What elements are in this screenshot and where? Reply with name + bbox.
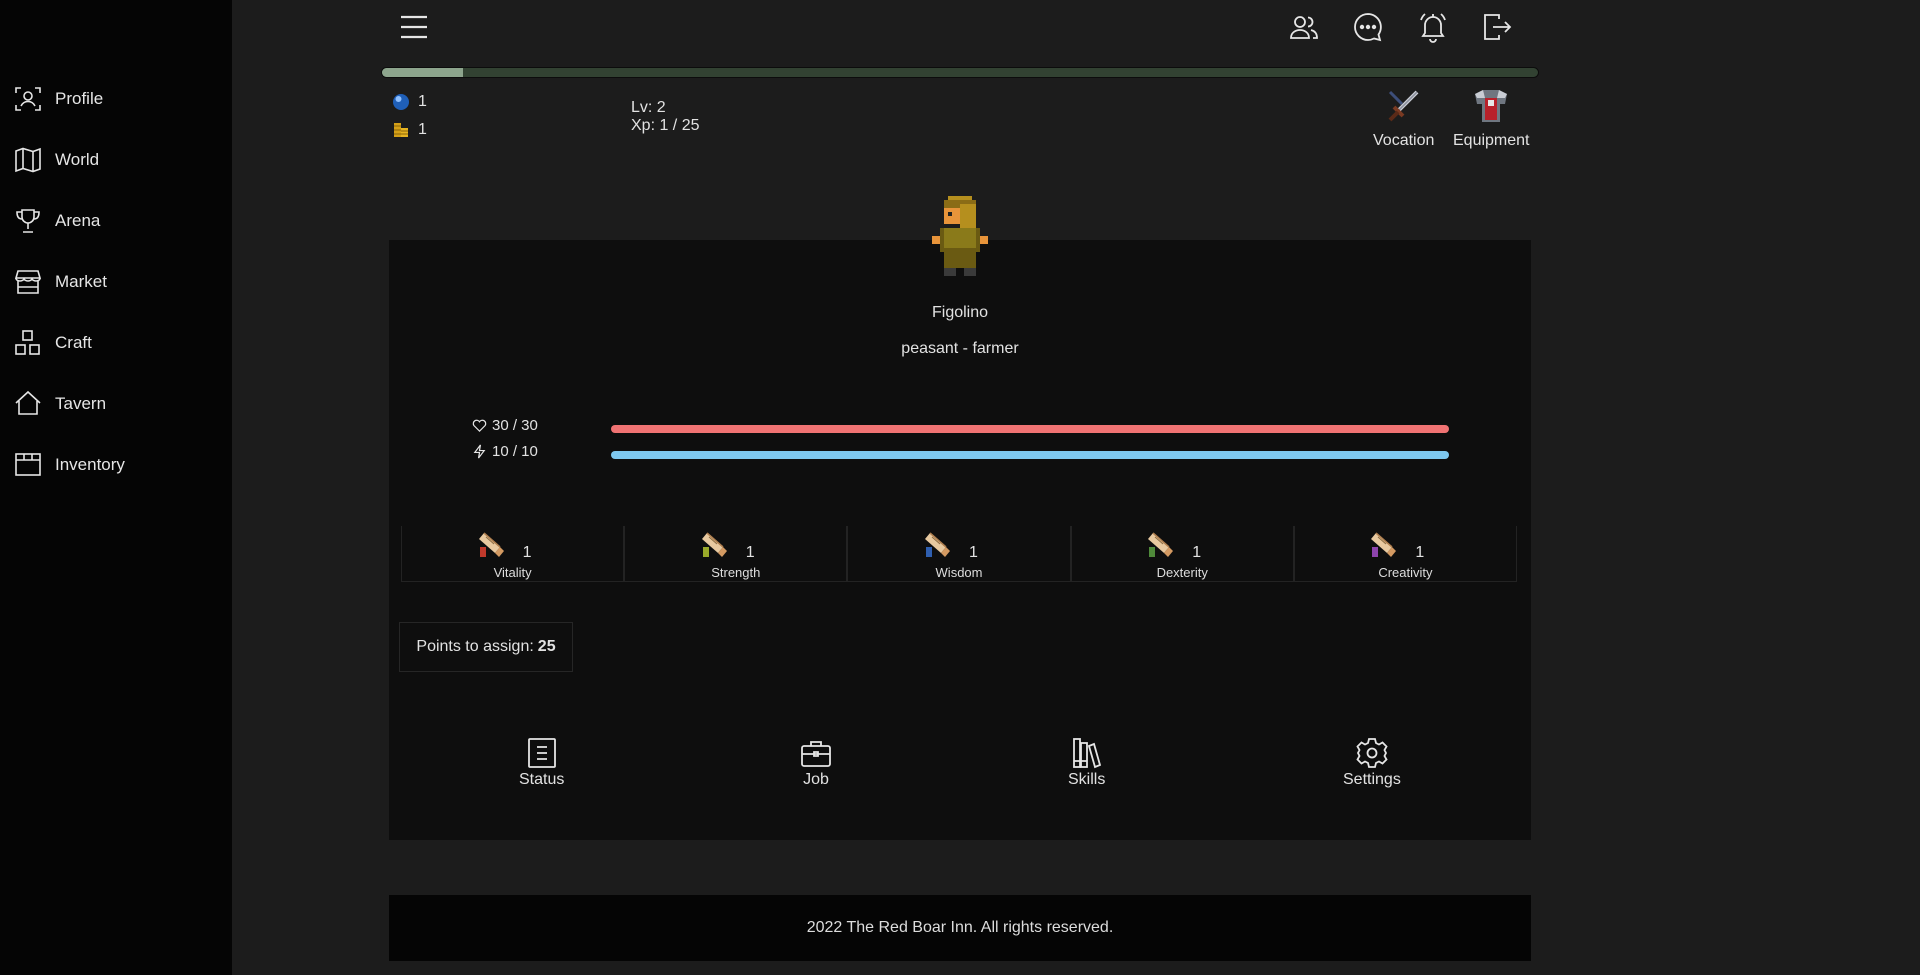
map-icon [15,147,41,173]
logout-icon[interactable] [1481,11,1513,43]
status-button[interactable]: Status [519,737,564,789]
wisdom-scroll-icon [924,532,951,558]
orb-count: 1 [418,93,427,110]
house-icon [15,390,41,415]
equipment-button[interactable]: Equipment [1453,86,1530,150]
vitality-scroll-icon [477,532,505,558]
sword-icon [1388,90,1419,122]
job-label: Job [803,771,829,788]
attribute-value: 1 [745,544,755,561]
orb-icon [393,94,409,110]
sidebar-item-label: Arena [55,211,101,230]
skills-label: Skills [1068,771,1106,788]
energy-value: 10 / 10 [492,443,538,460]
document-icon [527,738,556,768]
attribute-name: Wisdom [935,565,983,580]
xp-progress-bar [381,67,1539,78]
sidebar-item-craft[interactable]: Craft [14,326,92,360]
books-icon [1072,738,1101,769]
health-value: 30 / 30 [492,417,538,434]
gold-coins-icon [394,123,408,137]
briefcase-icon [801,741,831,767]
attribute-value: 1 [969,544,978,561]
character-name: Figolino [931,304,989,321]
orb-currency: 1 [392,93,427,111]
creativity-scroll-icon [1370,532,1398,558]
attribute-name: Strength [711,565,761,580]
points-to-assign: Points to assign: 25 [399,622,573,672]
attribute-name: Dexterity [1156,565,1208,580]
level-info: Lv: 2 Xp: 1 / 25 [631,99,700,135]
health-label: 30 / 30 [472,417,538,434]
attribute-creativity[interactable]: 1 Creativity [1293,526,1518,582]
vocation-button[interactable]: Vocation [1373,86,1434,150]
settings-button[interactable]: Settings [1343,737,1401,789]
attribute-name: Vitality [493,565,532,580]
skills-button[interactable]: Skills [1068,737,1105,789]
equipment-label: Equipment [1453,132,1530,149]
xp-text: Xp: 1 / 25 [631,117,700,134]
health-bar [611,425,1449,433]
sidebar-item-profile[interactable]: Profile [14,82,103,116]
sidebar-item-arena[interactable]: Arena [14,204,100,238]
sidebar: Profile World Arena Market Craft Tavern … [0,0,232,975]
sidebar-item-label: Inventory [55,455,125,474]
settings-label: Settings [1343,771,1401,788]
sidebar-item-label: Profile [55,89,104,108]
lightning-icon [473,444,486,459]
dexterity-scroll-icon [1147,532,1174,558]
points-value: 25 [537,638,556,655]
vocation-label: Vocation [1373,132,1435,149]
points-label: Points to assign: [416,638,534,655]
sidebar-item-label: Tavern [55,394,107,413]
notifications-icon[interactable] [1417,11,1449,43]
sidebar-item-label: Market [55,272,107,291]
attribute-wisdom[interactable]: 1 Wisdom [847,526,1071,582]
energy-bar [611,451,1449,459]
gold-count: 1 [418,121,427,138]
shop-icon [14,270,42,294]
level-text: Lv: 2 [631,99,666,116]
attribute-name: Creativity [1378,565,1433,580]
attribute-dexterity[interactable]: 1 Dexterity [1070,526,1294,582]
sidebar-item-label: World [55,150,100,169]
armor-icon [1475,90,1508,122]
gold-currency: 1 [392,121,427,139]
heart-icon [472,419,487,432]
attributes-row: 1 Vitality 1 Strength 1 Wisdom 1 Dexteri… [401,526,1518,582]
box-icon [15,453,41,476]
friends-icon[interactable] [1288,11,1320,43]
footer: 2022 The Red Boar Inn. All rights reserv… [389,895,1531,961]
attribute-value: 1 [1415,544,1425,561]
attribute-vitality[interactable]: 1 Vitality [401,526,625,582]
attribute-value: 1 [522,544,532,561]
sidebar-item-world[interactable]: World [14,143,99,177]
sidebar-item-inventory[interactable]: Inventory [14,448,125,482]
attribute-value: 1 [1192,544,1202,561]
sidebar-item-tavern[interactable]: Tavern [14,387,106,421]
character-class: peasant - farmer [901,340,1019,357]
character-avatar [932,196,988,276]
blocks-icon [15,330,40,355]
strength-scroll-icon [701,532,728,558]
job-button[interactable]: Job [800,737,832,789]
xp-progress-fill [382,68,463,77]
sidebar-item-label: Craft [55,333,92,352]
profile-icon [15,87,41,111]
energy-label: 10 / 10 [472,443,538,460]
attribute-strength[interactable]: 1 Strength [624,526,848,582]
chat-icon[interactable] [1352,11,1384,43]
footer-text: 2022 The Red Boar Inn. All rights reserv… [806,919,1114,936]
sidebar-item-market[interactable]: Market [14,265,107,299]
status-label: Status [519,771,565,788]
gear-icon [1356,738,1388,768]
menu-icon[interactable] [398,12,430,42]
trophy-icon [16,209,40,233]
